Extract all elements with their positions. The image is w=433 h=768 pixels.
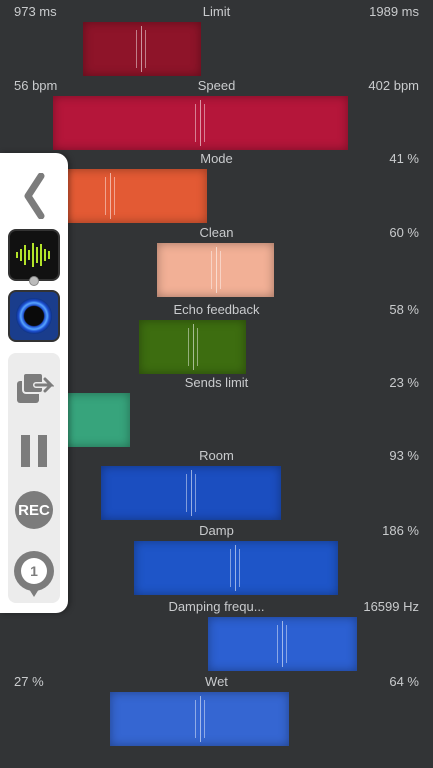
param-max-label: 41 % (389, 151, 419, 166)
slider-handle[interactable] (277, 621, 287, 667)
counter-button[interactable]: 1 (8, 547, 60, 597)
param-slider-damp[interactable] (134, 541, 338, 595)
record-icon: REC (15, 491, 53, 529)
collapse-button[interactable] (8, 165, 60, 227)
counter-pin-icon: 1 (14, 551, 54, 597)
param-slider-wet[interactable] (110, 692, 289, 746)
param-slider-speed[interactable] (53, 96, 348, 150)
param-slider-mode[interactable] (57, 169, 207, 223)
param-row-wet: 27 % Wet 64 % (0, 674, 433, 746)
counter-value: 1 (30, 563, 38, 579)
param-max-label: 16599 Hz (363, 599, 419, 614)
pause-icon (21, 435, 47, 467)
param-name-label: Wet (205, 674, 228, 689)
param-slider-limit[interactable] (83, 22, 201, 76)
param-slider-echo-feedback[interactable] (139, 320, 246, 374)
param-name-label: Limit (202, 4, 231, 19)
waveform-app-icon (8, 229, 60, 286)
record-button[interactable]: REC (8, 489, 60, 531)
param-max-label: 186 % (382, 523, 419, 538)
chevron-left-icon (24, 173, 45, 219)
slider-handle[interactable] (186, 470, 196, 516)
slider-handle[interactable] (230, 545, 240, 591)
param-max-label: 60 % (389, 225, 419, 240)
param-max-label: 93 % (389, 448, 419, 463)
slider-handle[interactable] (188, 324, 198, 370)
slider-handle[interactable] (195, 100, 205, 146)
param-row-limit: 973 ms Limit 1989 ms (0, 4, 433, 76)
slider-handle[interactable] (136, 26, 146, 72)
slider-handle[interactable] (105, 173, 115, 219)
export-icon (17, 372, 54, 403)
record-label: REC (18, 501, 50, 519)
app-switch-waveform[interactable] (8, 229, 60, 286)
param-slider-room[interactable] (101, 466, 281, 520)
param-max-label: 402 bpm (368, 78, 419, 93)
param-max-label: 23 % (389, 375, 419, 390)
pause-button[interactable] (8, 431, 60, 471)
param-max-label: 1989 ms (369, 4, 419, 19)
side-panel: REC 1 (0, 153, 68, 613)
param-max-label: 58 % (389, 302, 419, 317)
param-row-speed: 56 bpm Speed 402 bpm (0, 78, 433, 150)
param-slider-clean[interactable] (157, 243, 274, 297)
app-switch-reverb[interactable] (8, 289, 60, 343)
speaker-ring-app-icon (8, 290, 60, 342)
param-row-damping-frequency: zDamping frequ...16599 Hz (0, 599, 433, 671)
slider-handle[interactable] (211, 247, 221, 293)
param-max-label: 64 % (389, 674, 419, 689)
slider-handle[interactable] (195, 696, 205, 742)
export-button[interactable] (8, 365, 60, 411)
param-slider-damping-frequency[interactable] (208, 617, 357, 671)
